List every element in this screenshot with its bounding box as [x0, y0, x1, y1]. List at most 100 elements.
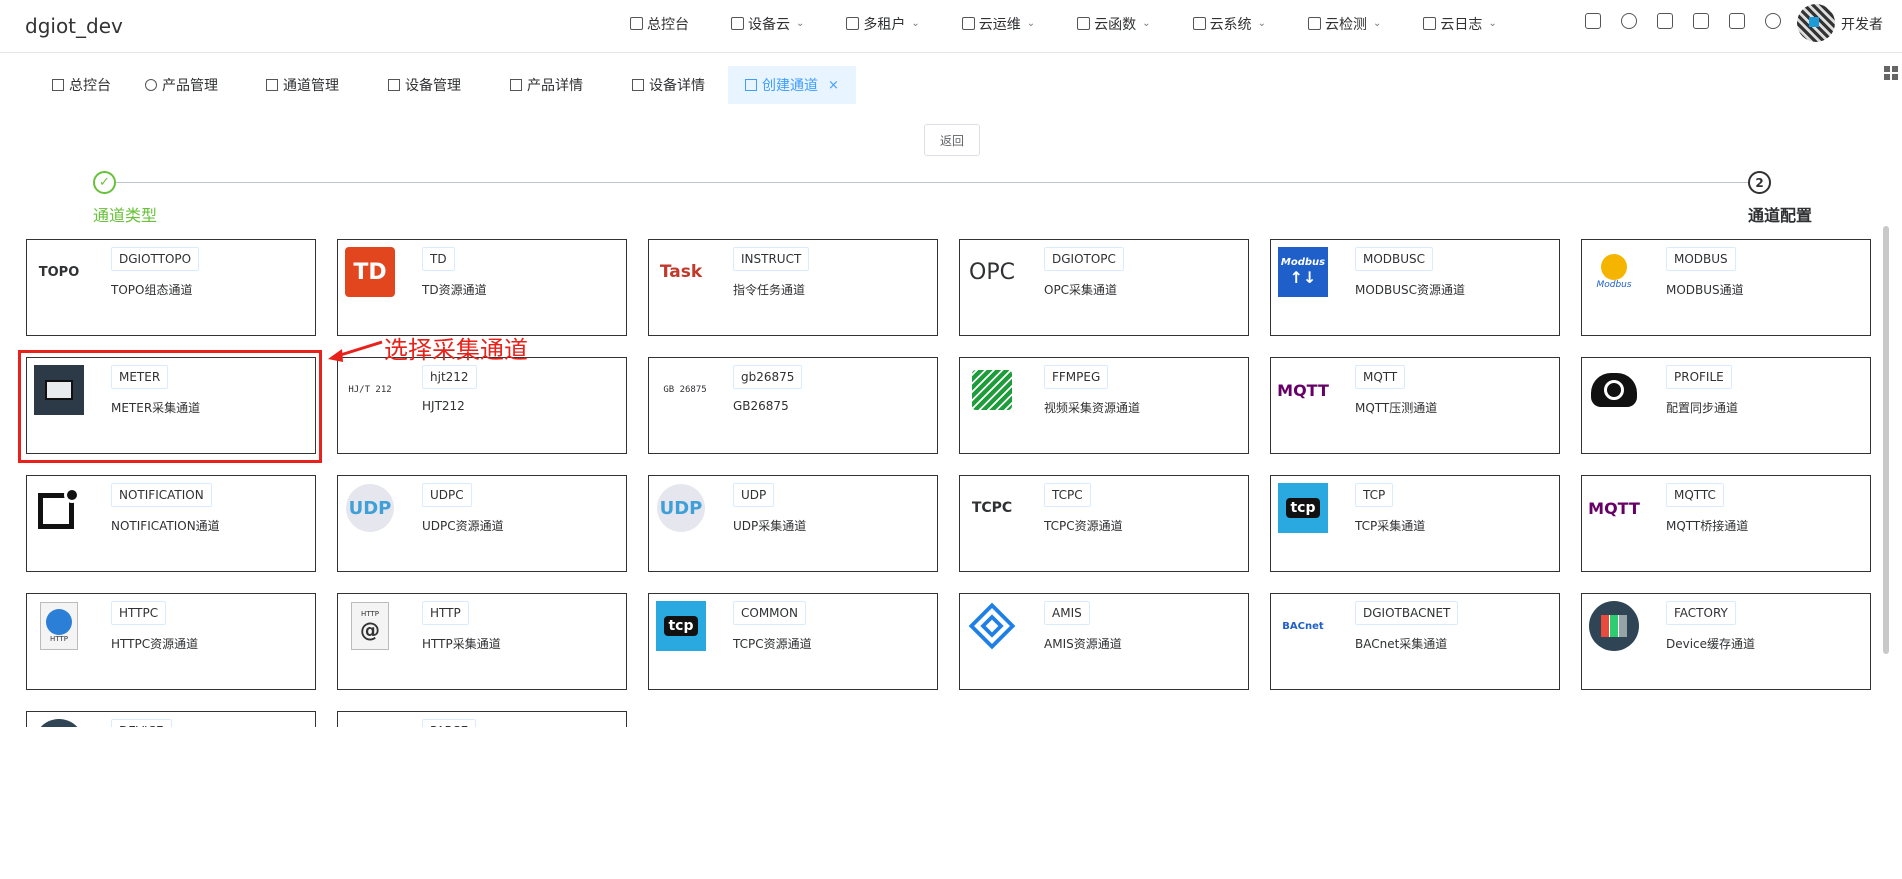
top-nav-dashboard[interactable]: 总控台	[630, 14, 689, 34]
channel-tag: FFMPEG	[1044, 365, 1109, 389]
tcp-logo: tcp	[655, 600, 707, 652]
device-logo	[33, 718, 85, 727]
channel-card-gb26875[interactable]: GB 26875 gb26875 GB26875	[648, 357, 938, 454]
task-logo: Task	[659, 262, 703, 282]
ffmpeg-logo	[966, 364, 1018, 416]
back-button[interactable]: 返回	[924, 124, 980, 156]
modbus-flower-logo: Modbus	[1588, 246, 1640, 298]
user-name[interactable]: 开发者	[1841, 14, 1883, 34]
channel-tag: MODBUS	[1666, 247, 1736, 271]
channel-card-udp[interactable]: UDP UDP UDP采集通道	[648, 475, 938, 572]
http-at-logo: HTTP @	[344, 600, 396, 652]
td-logo: TD	[344, 246, 396, 298]
channel-card-notification[interactable]: NOTIFICATION NOTIFICATION通道	[26, 475, 316, 572]
channel-card-parse[interactable]: PARSE	[337, 711, 627, 727]
factory-logo	[1588, 600, 1640, 652]
top-nav-inspect[interactable]: 云检测 ⌄	[1307, 14, 1382, 34]
top-tools	[1585, 13, 1801, 29]
channel-tag: DEVICE	[111, 719, 172, 727]
top-nav-logs[interactable]: 云日志 ⌄	[1423, 14, 1497, 34]
channel-card-tcp[interactable]: tcp TCP TCP采集通道	[1270, 475, 1560, 572]
tab-device-manage[interactable]: 设备管理	[388, 66, 461, 104]
channel-card-hjt212[interactable]: HJ/T 212 hjt212 HJT212	[337, 357, 627, 454]
tab-product-detail[interactable]: 产品详情	[510, 66, 583, 104]
home-icon	[632, 79, 644, 91]
channel-card-modbusc[interactable]: Modbus ↑↓ MODBUSC MODBUSC资源通道	[1270, 239, 1560, 336]
tab-bar: 总控台 产品管理 通道管理 设备管理 产品详情 设备详情 创建通道 ×	[0, 64, 1902, 104]
channel-card-http[interactable]: HTTP @ HTTP HTTP采集通道	[337, 593, 627, 690]
close-icon[interactable]: ×	[828, 78, 839, 93]
steps-line	[114, 182, 1748, 183]
refresh-icon[interactable]	[1765, 13, 1781, 29]
channel-tag: DGIOTOPC	[1044, 247, 1124, 271]
gb26875-logo: GB 26875	[663, 385, 707, 395]
tab-device-detail[interactable]: 设备详情	[632, 66, 705, 104]
step-1-title: 通道类型	[93, 206, 158, 225]
translate-icon[interactable]	[1729, 13, 1745, 29]
udp-logo: UDP	[344, 482, 396, 534]
top-nav-tenant[interactable]: 多租户 ⌄	[846, 14, 920, 34]
channel-card-device[interactable]: DEVICE	[26, 711, 316, 727]
channel-card-udpc[interactable]: UDP UDPC UDPC资源通道	[337, 475, 627, 572]
bell-icon[interactable]	[1621, 13, 1637, 29]
channel-desc: TCPC资源通道	[1044, 519, 1123, 533]
system-icon	[1192, 17, 1206, 30]
channel-card-mqtt[interactable]: MQTT MQTT MQTT压测通道	[1270, 357, 1560, 454]
channel-list: TOPO DGIOTTOPO TOPO组态通道 TD TD TD资源通道 Tas…	[0, 230, 1880, 727]
channel-desc: TOPO组态通道	[111, 283, 193, 297]
amis-logo	[966, 600, 1018, 652]
scrollbar[interactable]	[1883, 226, 1889, 654]
channel-card-dgiotopc[interactable]: OPC DGIOTOPC OPC采集通道	[959, 239, 1249, 336]
http-globe-logo: HTTP	[33, 600, 85, 652]
channel-desc: HJT212	[422, 399, 465, 413]
top-nav-functions[interactable]: 云函数 ⌄	[1077, 14, 1151, 34]
channel-desc: HTTPC资源通道	[111, 637, 199, 651]
channel-tag: TD	[422, 247, 455, 271]
channel-tag: PARSE	[422, 719, 477, 727]
app-title[interactable]: dgiot_dev	[25, 14, 123, 38]
channel-card-dgiotbacnet[interactable]: BACnet DGIOTBACNET BACnet采集通道	[1270, 593, 1560, 690]
fullscreen-icon[interactable]	[1693, 13, 1709, 29]
chevron-down-icon: ⌄	[1488, 18, 1497, 29]
channel-card-tcpc[interactable]: TCPC TCPC TCPC资源通道	[959, 475, 1249, 572]
document-icon[interactable]	[1657, 13, 1673, 29]
channel-card-td[interactable]: TD TD TD资源通道	[337, 239, 627, 336]
annotation-text: 选择采集通道	[384, 336, 528, 364]
parse-logo	[344, 718, 396, 727]
tab-create-channel[interactable]: 创建通道 ×	[728, 66, 856, 104]
chevron-down-icon: ⌄	[1372, 18, 1382, 29]
channel-desc: UDP采集通道	[733, 519, 807, 533]
step-2-icon: 2	[1748, 171, 1771, 194]
tab-channel-manage[interactable]: 通道管理	[266, 66, 339, 104]
channel-card-httpc[interactable]: HTTP HTTPC HTTPC资源通道	[26, 593, 316, 690]
channel-desc: TCP采集通道	[1355, 519, 1426, 533]
channel-desc: NOTIFICATION通道	[111, 519, 220, 533]
channel-tag: MQTTC	[1666, 483, 1724, 507]
top-nav-ops[interactable]: 云运维 ⌄	[961, 14, 1035, 34]
channel-card-mqttc[interactable]: MQTT MQTTC MQTT桥接通道	[1581, 475, 1871, 572]
home-icon	[52, 79, 64, 91]
channel-tag: UDP	[733, 483, 775, 507]
tab-dashboard[interactable]: 总控台	[52, 66, 111, 104]
chevron-down-icon: ⌄	[796, 18, 805, 29]
channel-card-modbus[interactable]: Modbus MODBUS MODBUS通道	[1581, 239, 1871, 336]
channel-card-instruct[interactable]: Task INSTRUCT 指令任务通道	[648, 239, 938, 336]
channel-card-factory[interactable]: FACTORY Device缓存通道	[1581, 593, 1871, 690]
grid-icon[interactable]	[1884, 66, 1898, 80]
channel-card-profile[interactable]: PROFILE 配置同步通道	[1581, 357, 1871, 454]
channel-card-dgiottopo[interactable]: TOPO DGIOTTOPO TOPO组态通道	[26, 239, 316, 336]
channel-tag: TCPC	[1044, 483, 1091, 507]
network-icon[interactable]	[1585, 13, 1601, 29]
log-icon	[1423, 17, 1437, 30]
opc-logo: OPC	[969, 259, 1015, 285]
channel-desc: 配置同步通道	[1666, 401, 1739, 415]
channel-card-ffmpeg[interactable]: FFMPEG 视频采集资源通道	[959, 357, 1249, 454]
channel-desc: UDPC资源通道	[422, 519, 504, 533]
tab-product-manage[interactable]: 产品管理	[145, 66, 218, 104]
top-nav-system[interactable]: 云系统 ⌄	[1192, 14, 1266, 34]
channel-card-amis[interactable]: AMIS AMIS资源通道	[959, 593, 1249, 690]
avatar[interactable]	[1797, 4, 1835, 42]
top-nav-device-cloud[interactable]: 设备云 ⌄	[731, 14, 804, 34]
notification-logo	[33, 482, 85, 534]
channel-card-common[interactable]: tcp COMMON TCPC资源通道	[648, 593, 938, 690]
